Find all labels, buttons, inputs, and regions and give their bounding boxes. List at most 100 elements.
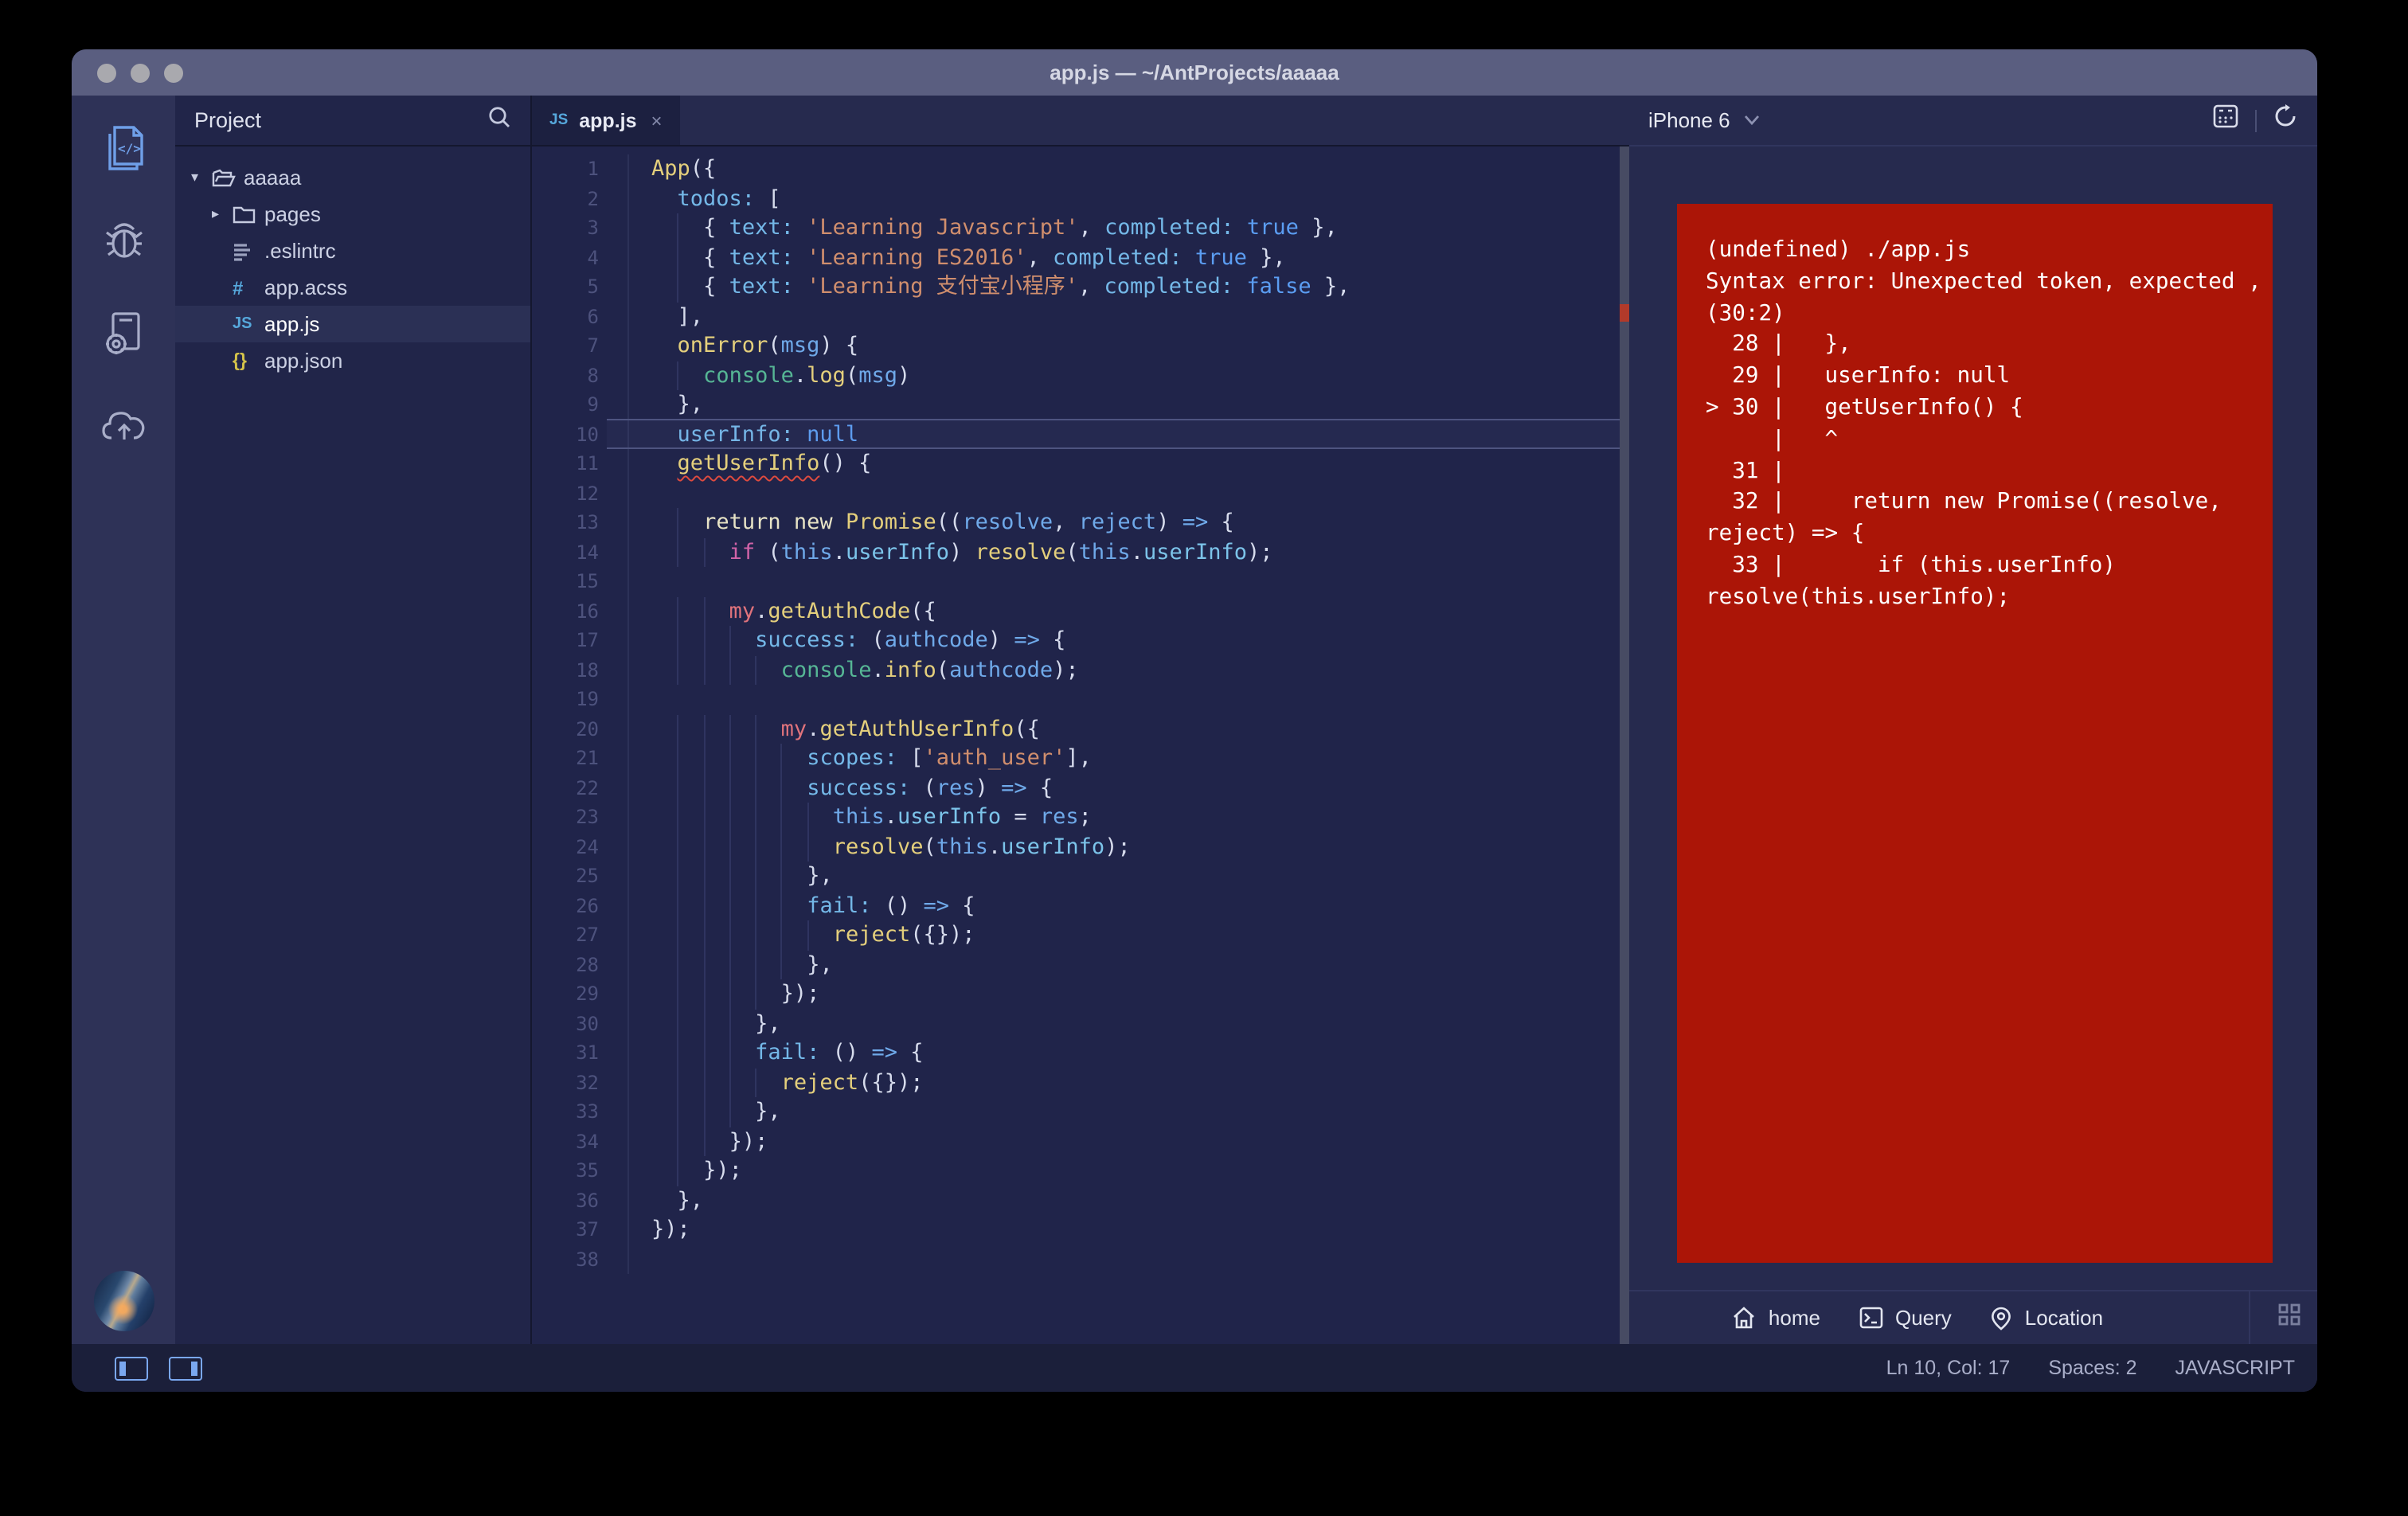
- code-line-6[interactable]: 6 ],: [532, 302, 1629, 331]
- code-line-29[interactable]: 29 });: [532, 979, 1629, 1009]
- line-number: 27: [576, 924, 599, 946]
- code-line-3[interactable]: 3 { text: 'Learning Javascript', complet…: [532, 213, 1629, 243]
- code-line-15[interactable]: 15: [532, 567, 1629, 596]
- indent-setting[interactable]: Spaces: 2: [2048, 1357, 2136, 1379]
- toggle-left-panel-icon[interactable]: [115, 1356, 148, 1380]
- tree-item-label: pages: [264, 202, 321, 226]
- code-line-19[interactable]: 19: [532, 685, 1629, 714]
- error-line: | ^: [1706, 426, 1839, 452]
- code-line-26[interactable]: 26 fail: () => {: [532, 891, 1629, 920]
- line-number: 23: [576, 806, 599, 828]
- tree-item-label: aaaaa: [244, 166, 302, 190]
- device-selector[interactable]: iPhone 6: [1648, 108, 1761, 132]
- tab-app-js[interactable]: JS app.js ×: [532, 96, 680, 145]
- tree-item-app-js[interactable]: JS app.js: [175, 306, 530, 342]
- code-line-31[interactable]: 31 fail: () => {: [532, 1038, 1629, 1068]
- activity-bar: </>: [72, 96, 175, 1344]
- editor-scrollbar[interactable]: [1620, 147, 1629, 1344]
- js-file-icon: JS: [549, 111, 569, 129]
- line-number: 26: [576, 894, 599, 916]
- code-line-35[interactable]: 35 });: [532, 1156, 1629, 1186]
- tree-item-pages[interactable]: ▸ pages: [175, 196, 530, 232]
- line-number: 9: [587, 393, 599, 416]
- location-pin-icon: [1992, 1306, 2011, 1330]
- line-number: 14: [576, 541, 599, 563]
- tree-item-app-json[interactable]: {} app.json: [175, 342, 530, 379]
- code-line-22[interactable]: 22 success: (res) => {: [532, 773, 1629, 803]
- code-line-1[interactable]: 1 App({: [532, 154, 1629, 184]
- code-line-20[interactable]: 20 my.getAuthUserInfo({: [532, 714, 1629, 744]
- code-line-24[interactable]: 24 resolve(this.userInfo);: [532, 832, 1629, 862]
- terminal-icon: [1859, 1307, 1883, 1329]
- search-icon[interactable]: [487, 104, 511, 136]
- grid-menu-icon[interactable]: [2277, 1302, 2301, 1334]
- device-settings-icon[interactable]: [72, 287, 175, 379]
- code-editor[interactable]: 1 App({2 todos: [3 { text: 'Learning Java…: [532, 147, 1629, 1344]
- code-line-34[interactable]: 34 });: [532, 1127, 1629, 1156]
- tree-item-label: app.json: [264, 349, 343, 373]
- code-line-23[interactable]: 23 this.userInfo = res;: [532, 803, 1629, 832]
- close-tab-icon[interactable]: ×: [651, 109, 663, 131]
- error-line: 29 | userInfo: null: [1706, 363, 2011, 389]
- code-line-5[interactable]: 5 { text: 'Learning 支付宝小程序', completed: …: [532, 272, 1629, 302]
- simulator-toolbar: home Query Location: [1629, 1290, 2317, 1344]
- sidebar-header: Project: [175, 96, 530, 147]
- code-line-27[interactable]: 27 reject({});: [532, 920, 1629, 950]
- line-number: 6: [587, 305, 599, 327]
- line-number: 34: [576, 1130, 599, 1152]
- line-number: 13: [576, 511, 599, 533]
- code-line-14[interactable]: 14 if (this.userInfo) resolve(this.userI…: [532, 537, 1629, 567]
- code-line-12[interactable]: 12: [532, 479, 1629, 508]
- caret-expanded-icon[interactable]: ▾: [191, 169, 212, 186]
- code-lines: 1 App({2 todos: [3 { text: 'Learning Java…: [532, 154, 1629, 1274]
- code-line-30[interactable]: 30 },: [532, 1009, 1629, 1038]
- tree-item--eslintrc[interactable]: .eslintrc: [175, 232, 530, 269]
- file-tree: ▾ aaaaa ▸ pages .eslintrc # app.acss JS app.js {}…: [175, 147, 530, 379]
- cloud-upload-icon[interactable]: [72, 379, 175, 471]
- line-number: 21: [576, 747, 599, 769]
- code-line-37[interactable]: 37});: [532, 1215, 1629, 1244]
- tree-item-app-acss[interactable]: # app.acss: [175, 269, 530, 306]
- toggle-right-panel-icon[interactable]: [169, 1356, 202, 1380]
- line-number: 10: [576, 423, 599, 445]
- code-line-18[interactable]: 18 console.info(authcode);: [532, 655, 1629, 685]
- caret-collapsed-icon[interactable]: ▸: [212, 205, 233, 223]
- debug-bug-icon[interactable]: [72, 194, 175, 287]
- code-line-4[interactable]: 4 { text: 'Learning ES2016', completed: …: [532, 243, 1629, 272]
- line-number: 1: [587, 158, 599, 180]
- location-button[interactable]: Location: [1990, 1305, 2103, 1330]
- language-mode[interactable]: JAVASCRIPT: [2175, 1357, 2296, 1379]
- code-line-13[interactable]: 13 return new Promise((resolve, reject) …: [532, 508, 1629, 537]
- code-line-21[interactable]: 21 scopes: ['auth_user'],: [532, 744, 1629, 773]
- code-line-28[interactable]: 28 },: [532, 950, 1629, 979]
- code-line-11[interactable]: 11 getUserInfo() {: [532, 449, 1629, 479]
- line-number: 32: [576, 1071, 599, 1093]
- user-avatar[interactable]: [93, 1271, 154, 1331]
- error-text: (undefined) ./app.js Syntax error: Unexpe…: [1706, 236, 2261, 614]
- code-line-8[interactable]: 8 console.log(msg): [532, 361, 1629, 390]
- code-line-9[interactable]: 9 },: [532, 390, 1629, 420]
- cursor-position[interactable]: Ln 10, Col: 17: [1886, 1357, 2011, 1379]
- tree-item-aaaaa[interactable]: ▾ aaaaa: [175, 159, 530, 196]
- code-line-17[interactable]: 17 success: (authcode) => {: [532, 626, 1629, 655]
- code-line-33[interactable]: 33 },: [532, 1097, 1629, 1127]
- line-number: 29: [576, 983, 599, 1005]
- device-frame-icon[interactable]: [2212, 104, 2239, 137]
- query-button[interactable]: Query: [1859, 1306, 1952, 1330]
- refresh-icon[interactable]: [2273, 104, 2298, 137]
- code-line-25[interactable]: 25 },: [532, 862, 1629, 891]
- code-line-10[interactable]: 10 userInfo: null: [532, 418, 1629, 449]
- code-line-2[interactable]: 2 todos: [: [532, 184, 1629, 213]
- code-file-icon[interactable]: </>: [72, 102, 175, 194]
- line-number: 30: [576, 1012, 599, 1034]
- code-line-32[interactable]: 32 reject({});: [532, 1068, 1629, 1097]
- error-line: reject) => {: [1706, 521, 1865, 547]
- line-number: 22: [576, 776, 599, 799]
- simulator-panel: iPhone 6 (undefined) ./app.js Syntax err…: [1629, 96, 2317, 1344]
- code-line-38[interactable]: 38: [532, 1244, 1629, 1274]
- code-line-7[interactable]: 7 onError(msg) {: [532, 331, 1629, 361]
- code-line-36[interactable]: 36 },: [532, 1186, 1629, 1215]
- simulator-error-screen: (undefined) ./app.js Syntax error: Unexpe…: [1677, 204, 2273, 1263]
- home-button[interactable]: home: [1732, 1306, 1820, 1330]
- code-line-16[interactable]: 16 my.getAuthCode({: [532, 596, 1629, 626]
